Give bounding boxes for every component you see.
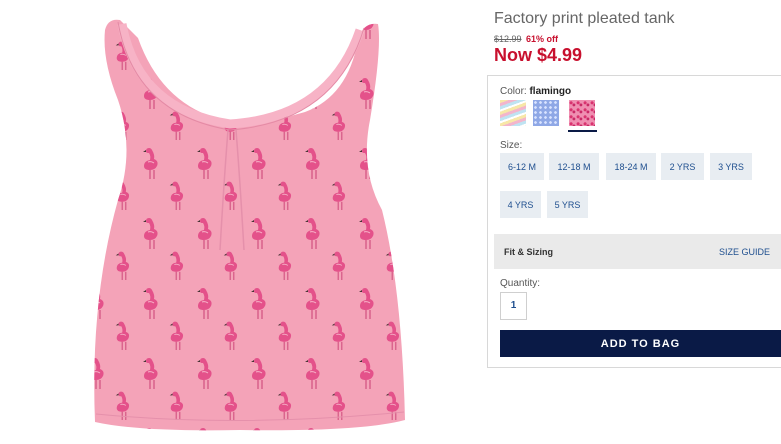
add-to-bag-button[interactable]: ADD TO BAG <box>500 330 781 357</box>
swatch-flamingo[interactable] <box>569 100 595 126</box>
size-option-6-12m[interactable]: 6-12 M <box>500 153 544 180</box>
swatch-multi-stripe[interactable] <box>500 100 526 126</box>
original-price: $12.99 <box>494 34 522 44</box>
size-label: Size: <box>500 140 523 151</box>
size-option-4yrs[interactable]: 4 YRS <box>500 191 541 218</box>
color-label-text: Color: <box>500 86 527 97</box>
size-option-3yrs[interactable]: 3 YRS <box>710 153 752 180</box>
fit-sizing-title: Fit & Sizing <box>504 246 553 257</box>
purchase-panel: Color: flamingo Size: 6-12 M 12-18 M 18-… <box>487 75 781 368</box>
swatch-blue-dot[interactable] <box>533 100 559 126</box>
color-label: Color: flamingo <box>500 86 571 97</box>
sale-price: Now $4.99 <box>494 45 583 65</box>
size-option-2yrs[interactable]: 2 YRS <box>661 153 704 180</box>
size-guide-link[interactable]: SIZE GUIDE <box>719 247 770 257</box>
quantity-label: Quantity: <box>500 278 541 289</box>
price-line: $12.99 61% off <box>494 34 558 44</box>
selected-swatch-indicator <box>568 130 597 132</box>
size-option-18-24m[interactable]: 18-24 M <box>606 153 656 180</box>
size-option-5yrs[interactable]: 5 YRS <box>547 191 588 218</box>
selected-color-name: flamingo <box>529 86 572 97</box>
product-title: Factory print pleated tank <box>494 10 675 27</box>
quantity-input[interactable]: 1 <box>500 292 527 320</box>
product-image <box>94 19 405 431</box>
fit-sizing-bar[interactable]: Fit & Sizing SIZE GUIDE <box>494 234 781 269</box>
size-option-12-18m[interactable]: 12-18 M <box>549 153 599 180</box>
discount-percent: 61% off <box>526 34 559 44</box>
